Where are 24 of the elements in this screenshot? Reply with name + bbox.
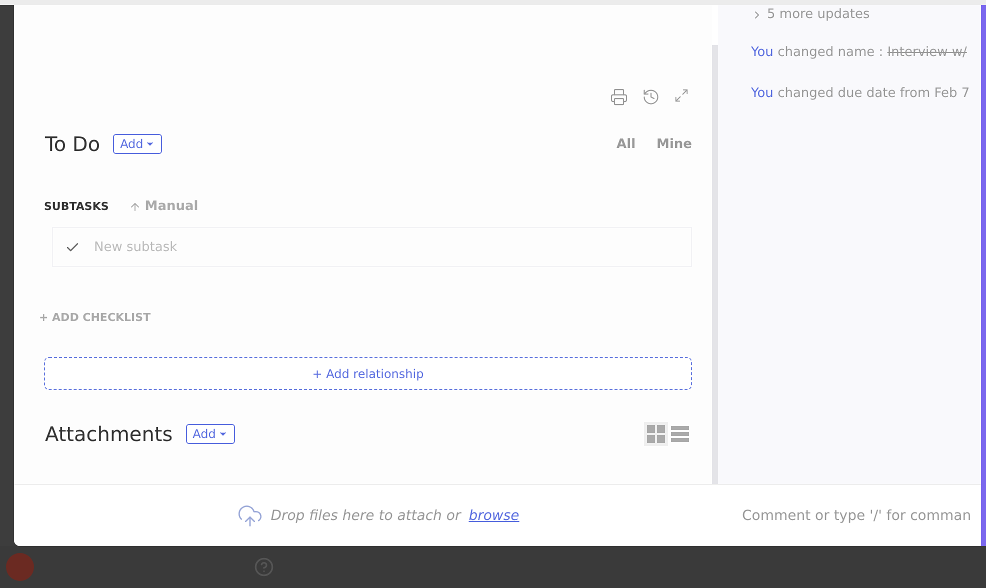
history-icon[interactable] xyxy=(642,88,660,106)
comment-field[interactable]: Comment or type '/' for comman xyxy=(740,506,981,525)
print-icon[interactable] xyxy=(610,88,628,106)
new-subtask-field[interactable]: New subtask xyxy=(52,227,692,267)
sort-button[interactable]: Manual xyxy=(122,198,204,215)
add-relationship-button[interactable]: + Add relationship xyxy=(44,357,692,390)
subtasks-heading: SUBTASKS xyxy=(44,200,109,213)
add-dropdown[interactable]: Add xyxy=(186,424,235,444)
new-subtask-input[interactable]: New subtask xyxy=(92,238,266,256)
add-dropdown[interactable]: Add xyxy=(113,134,162,154)
status-title: To Do xyxy=(45,132,100,156)
upload-cloud-icon xyxy=(236,502,263,529)
grid-view-icon[interactable] xyxy=(644,422,668,446)
more-updates-button[interactable]: 5 more updates xyxy=(751,7,981,22)
attachments-title: Attachments xyxy=(45,422,173,446)
filter-tab[interactable]: Mine xyxy=(656,136,692,152)
arrow-up-icon xyxy=(128,200,141,212)
filter-tab[interactable]: All xyxy=(616,136,636,152)
activity-entry: You changed due date from Feb 7 xyxy=(751,86,971,101)
drop-files-text: Drop files here to attach or xyxy=(270,508,461,524)
add-checklist-button[interactable]: + ADD CHECKLIST xyxy=(39,311,151,324)
activity-entry: You changed name : Interview w/ xyxy=(751,45,968,60)
browse-link[interactable]: browse xyxy=(468,508,520,524)
help-icon[interactable] xyxy=(254,557,274,577)
